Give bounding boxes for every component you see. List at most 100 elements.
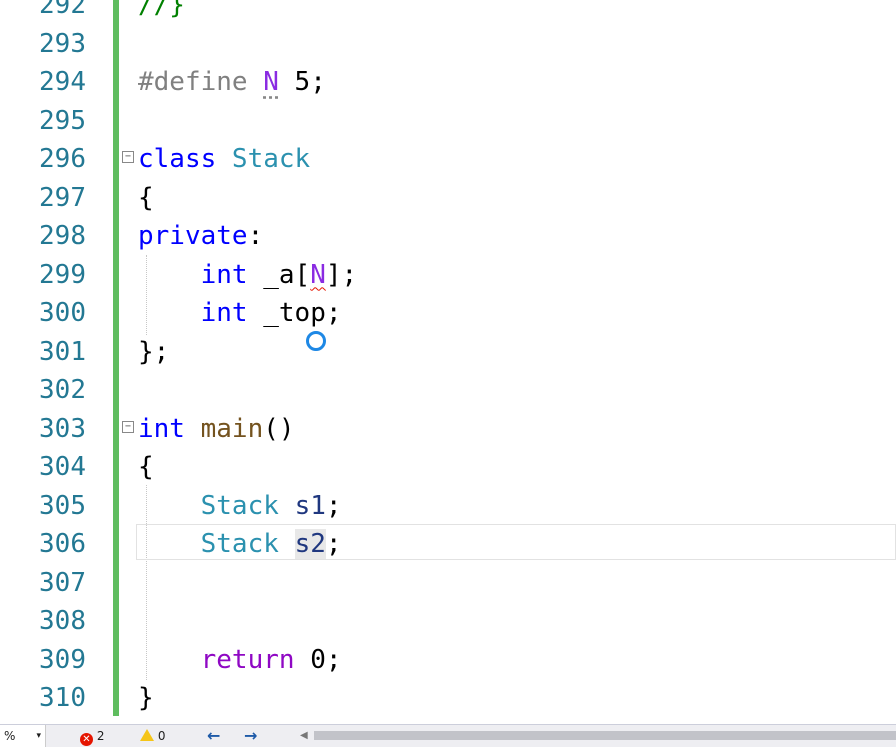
code-text: Stack s2; xyxy=(138,525,342,563)
line-number: 297 xyxy=(39,182,86,213)
code-text: class Stack xyxy=(138,140,310,178)
code-token: Stack xyxy=(200,490,279,521)
scroll-left-icon[interactable]: ◀ xyxy=(300,725,308,747)
error-count[interactable]: ✕ 2 xyxy=(80,725,104,747)
code-line[interactable]: 308 xyxy=(0,602,896,640)
code-token: Stack xyxy=(200,529,279,559)
navigate-forward-button[interactable]: → xyxy=(244,725,257,747)
line-number: 301 xyxy=(39,336,86,367)
line-number: 294 xyxy=(39,67,86,97)
code-line[interactable]: 292 //} xyxy=(0,0,896,24)
code-line[interactable]: 304 { xyxy=(0,448,896,486)
code-token: _top; xyxy=(247,298,342,328)
code-token: Stack xyxy=(231,144,311,174)
code-token: _a[ xyxy=(247,259,311,290)
code-line[interactable]: 300 int _top; xyxy=(0,294,896,332)
code-token: () xyxy=(263,413,295,444)
line-number: 308 xyxy=(39,606,86,636)
code-line[interactable]: 298 private: xyxy=(0,217,896,255)
loading-spinner-icon xyxy=(306,331,326,351)
error-icon: ✕ xyxy=(80,733,93,746)
code-text: int main() xyxy=(138,410,295,448)
code-line[interactable]: 295 xyxy=(0,102,896,140)
line-number: 298 xyxy=(39,221,86,251)
line-number: 302 xyxy=(39,375,86,405)
code-token: { xyxy=(138,182,154,213)
code-token: N xyxy=(263,67,279,97)
code-token: ; xyxy=(325,490,342,521)
status-bar: % ▾ ✕ 2 0 ← → ◀ xyxy=(0,724,896,747)
code-text: return 0; xyxy=(138,641,342,679)
chevron-down-icon: ▾ xyxy=(36,731,41,741)
code-token: int xyxy=(200,259,248,290)
code-token: }; xyxy=(138,336,170,367)
code-token: } xyxy=(138,683,154,713)
code-line[interactable]: 305 Stack s1; xyxy=(0,487,896,525)
code-line[interactable]: 296 class Stack xyxy=(0,140,896,178)
line-number: 310 xyxy=(39,683,86,713)
code-token: { xyxy=(138,452,154,482)
code-line[interactable]: 303 int main() xyxy=(0,410,896,448)
line-number: 293 xyxy=(39,28,86,59)
code-line[interactable]: 306 Stack s2; xyxy=(0,525,896,563)
line-number: 299 xyxy=(39,259,86,290)
line-number: 309 xyxy=(39,644,86,675)
code-line[interactable]: 302 xyxy=(0,371,896,409)
code-token: ; xyxy=(325,529,342,559)
code-line[interactable]: 297 { xyxy=(0,179,896,217)
code-text: int _top; xyxy=(138,294,342,332)
code-text: //} xyxy=(138,0,185,24)
code-token: N xyxy=(310,259,326,290)
code-text: #define N 5; xyxy=(138,63,326,101)
code-token: return xyxy=(200,644,295,675)
code-line[interactable]: 310} xyxy=(0,679,896,717)
code-line[interactable]: 309 return 0; xyxy=(0,641,896,679)
code-line[interactable]: 307 xyxy=(0,564,896,602)
code-editor[interactable]: − − 292//} 293 294 #define N 5; 295 296 class … xyxy=(0,0,896,722)
line-number: 303 xyxy=(39,413,86,444)
code-token: ]; xyxy=(325,259,358,290)
code-line[interactable]: 294 #define N 5; xyxy=(0,63,896,101)
code-text: { xyxy=(138,448,154,486)
scrollbar-thumb[interactable] xyxy=(314,731,896,740)
error-count-value: 2 xyxy=(96,729,105,743)
line-number: 292 xyxy=(39,0,86,20)
line-number: 300 xyxy=(39,298,86,328)
code-text: private: xyxy=(138,217,263,255)
code-line[interactable]: 301}; xyxy=(0,333,896,371)
code-token: class xyxy=(138,144,232,174)
line-number: 306 xyxy=(39,529,86,559)
code-text: { xyxy=(138,179,154,217)
code-token: s1 xyxy=(294,490,326,521)
code-token: 5; xyxy=(278,67,326,97)
code-line[interactable]: 299 int _a[N]; xyxy=(0,256,896,294)
code-token: 0; xyxy=(294,644,342,675)
zoom-dropdown[interactable]: % ▾ xyxy=(0,725,46,747)
line-number: 295 xyxy=(39,105,86,136)
navigate-back-button[interactable]: ← xyxy=(207,725,220,747)
code-token: int xyxy=(138,413,185,444)
line-number: 296 xyxy=(39,144,86,174)
code-text: int _a[N]; xyxy=(138,256,358,294)
code-token: s2 xyxy=(294,529,326,559)
code-token: //} xyxy=(138,0,185,20)
code-text: } xyxy=(138,679,154,717)
warning-count-value: 0 xyxy=(157,729,166,743)
code-line[interactable]: 293 xyxy=(0,25,896,63)
zoom-value: % xyxy=(4,729,16,743)
horizontal-scrollbar[interactable]: ◀ xyxy=(300,725,896,747)
warning-icon xyxy=(140,729,154,741)
code-text: Stack s1; xyxy=(138,487,342,525)
code-token: int xyxy=(200,298,248,328)
code-token: main xyxy=(200,413,264,444)
code-token: private xyxy=(138,221,248,251)
line-number: 307 xyxy=(39,567,86,598)
warning-count[interactable]: 0 xyxy=(140,725,165,747)
